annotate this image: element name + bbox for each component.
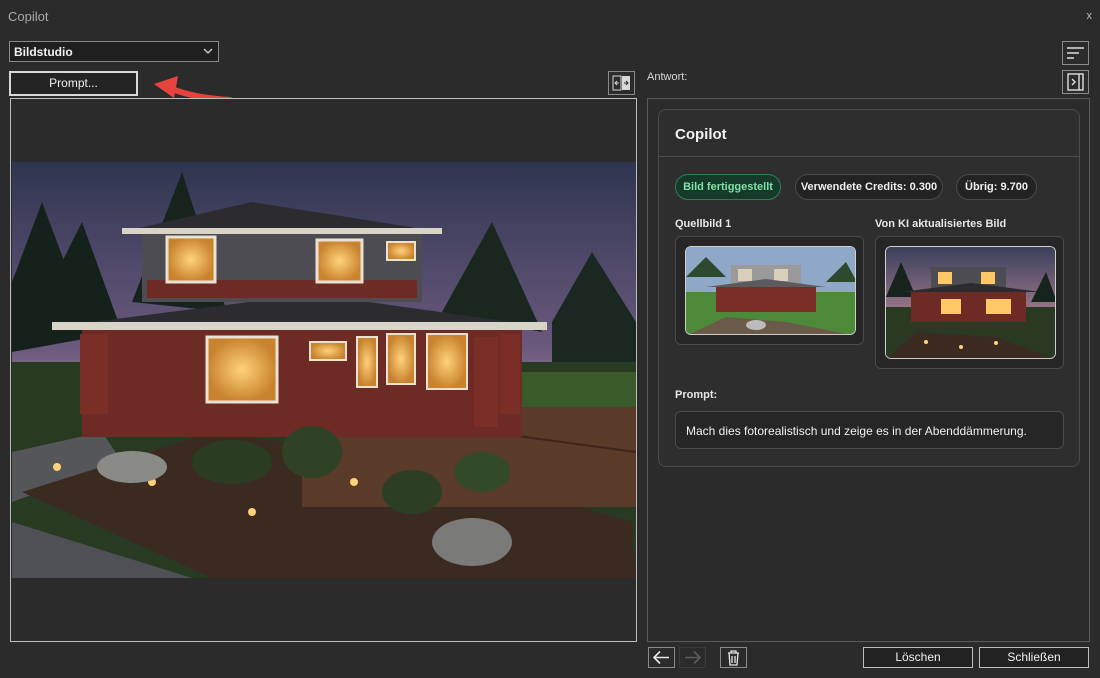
- swap-panels-button[interactable]: [608, 71, 635, 95]
- updated-image-label: Von KI aktualisiertes Bild: [875, 218, 1007, 230]
- copilot-response-card: Copilot Bild fertiggestellt Verwendete C…: [658, 109, 1080, 467]
- mode-select-value: Bildstudio: [14, 45, 73, 59]
- window-title: Copilot: [8, 9, 49, 24]
- card-title: Copilot: [675, 126, 727, 143]
- delete-button[interactable]: Löschen: [863, 647, 973, 668]
- mode-select[interactable]: Bildstudio: [9, 41, 219, 62]
- title-bar: Copilot x: [0, 0, 1100, 32]
- swap-panels-icon: [612, 75, 630, 91]
- arrow-left-icon: [652, 650, 669, 665]
- source-image-thumbnail[interactable]: [685, 246, 856, 335]
- main-house-image: [12, 162, 636, 578]
- delete-entry-button[interactable]: [720, 647, 747, 668]
- collapse-right-icon: [1067, 73, 1084, 91]
- updated-image-box: [875, 236, 1064, 369]
- chevron-down-icon: [203, 48, 213, 54]
- image-preview-panel: [10, 98, 637, 642]
- prompt-text-box: Mach dies fotorealistisch und zeige es i…: [675, 411, 1064, 449]
- prompt-button[interactable]: Prompt...: [9, 71, 138, 96]
- close-button[interactable]: Schließen: [979, 647, 1089, 668]
- forward-button[interactable]: [679, 647, 706, 668]
- status-badge: Bild fertiggestellt: [675, 174, 781, 200]
- arrow-right-icon: [685, 650, 702, 665]
- answer-label: Antwort:: [647, 71, 688, 83]
- collapse-panel-button[interactable]: [1062, 70, 1089, 94]
- trash-icon: [728, 650, 739, 666]
- card-divider: [659, 156, 1079, 157]
- source-image-label: Quellbild 1: [675, 218, 732, 230]
- back-button[interactable]: [648, 647, 675, 668]
- answer-panel: Copilot Bild fertiggestellt Verwendete C…: [647, 98, 1090, 642]
- prompt-label: Prompt:: [675, 389, 718, 401]
- sort-lines-icon: [1067, 47, 1084, 59]
- sort-menu-button[interactable]: [1062, 41, 1089, 65]
- credits-used-badge: Verwendete Credits: 0.300: [795, 174, 943, 200]
- house-photo-icon: [12, 162, 636, 578]
- house-render-icon: [686, 247, 855, 334]
- remaining-credits-badge: Übrig: 9.700: [956, 174, 1037, 200]
- source-image-box: [675, 236, 864, 345]
- updated-image-thumbnail[interactable]: [885, 246, 1056, 359]
- window-close-button[interactable]: x: [1087, 10, 1093, 22]
- house-dusk-icon: [886, 247, 1055, 358]
